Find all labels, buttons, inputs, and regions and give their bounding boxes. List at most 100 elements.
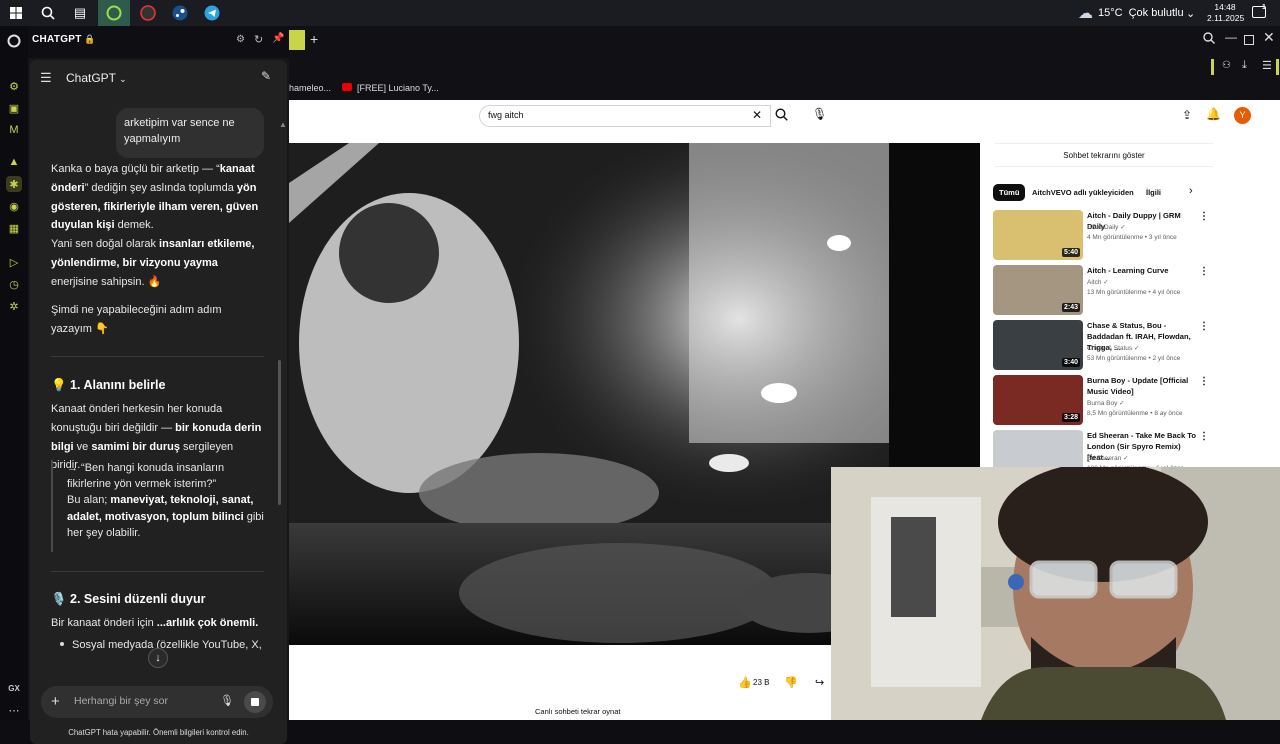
share-icon[interactable]: ↪ — [815, 676, 824, 689]
more-options-icon[interactable]: ⋮ — [1199, 431, 1209, 442]
telegram-icon[interactable] — [200, 2, 224, 24]
dislike-icon[interactable]: 👎 — [784, 676, 798, 689]
prompt-input[interactable]: Herhangi bir şey sor — [74, 695, 168, 707]
stop-icon — [251, 698, 259, 706]
scroll-down-button[interactable]: ↓ — [148, 648, 168, 668]
player-icon[interactable]: ▷ — [6, 254, 22, 270]
minimize-icon[interactable]: — — [1225, 30, 1237, 44]
search-icon[interactable] — [36, 2, 60, 24]
text: demek. — [114, 219, 154, 232]
steam-icon[interactable] — [168, 2, 192, 24]
opera-gx-taskbar-icon[interactable] — [98, 0, 130, 26]
like-count: 23 B — [753, 678, 770, 687]
video-thumbnail[interactable]: 2:43 — [993, 265, 1083, 315]
channel-name[interactable]: Burna Boy ✓ — [1087, 399, 1125, 407]
channel-name[interactable]: Aitch ✓ — [1087, 278, 1109, 286]
maximize-icon[interactable] — [1244, 35, 1254, 45]
stop-button[interactable] — [244, 691, 266, 713]
bookmark-item[interactable]: [FREE] Luciano Ty... — [357, 83, 439, 93]
sidebar-icon-1[interactable]: ⚙ — [6, 78, 22, 94]
new-chat-icon[interactable]: ✎ — [261, 69, 271, 83]
clock-time: 14:48 — [1214, 2, 1236, 12]
scroll-up-icon[interactable]: ▲ — [279, 120, 287, 130]
reload-icon[interactable]: ↻ — [254, 33, 263, 46]
section-divider — [51, 571, 264, 572]
chip-related[interactable]: İlgili — [1146, 188, 1161, 197]
text: Bir kanaat önderi için — [51, 617, 157, 629]
gx-icon[interactable]: GX — [6, 680, 22, 696]
video-duration: 5:40 — [1061, 248, 1080, 257]
channel-name[interactable]: GRM Daily ✓ — [1087, 223, 1126, 231]
video-thumbnail[interactable]: 3:28 — [993, 375, 1083, 425]
video-title[interactable]: Burna Boy - Update [Official Music Video… — [1087, 375, 1199, 397]
plus-icon[interactable]: + — [51, 693, 60, 710]
more-options-icon[interactable]: ⋮ — [1199, 321, 1209, 332]
clock[interactable]: 14:48 2.11.2025 — [1207, 2, 1244, 24]
scrollbar[interactable] — [278, 360, 281, 505]
browser-sidebar: ⚙ ▣ M ▲ ✱ ◉ ▦ ▷ ◷ ✲ GX ⋯ — [0, 26, 28, 720]
show-chat-replay-button[interactable]: Sohbet tekrarını göster — [995, 143, 1213, 167]
opera-logo-icon[interactable] — [6, 33, 22, 49]
clear-search-icon[interactable]: ✕ — [752, 108, 762, 122]
sidebar-icon-4[interactable]: ▲ — [6, 154, 22, 170]
chevron-up-icon[interactable]: ⌄ — [1186, 0, 1195, 26]
channel-name[interactable]: Chase & Status ✓ — [1087, 344, 1139, 352]
weather-text: Çok bulutlu — [1128, 7, 1184, 19]
avatar[interactable]: Y — [1234, 107, 1251, 124]
search-tabs-icon[interactable] — [1203, 32, 1215, 47]
upload-icon[interactable]: ⇪ — [1182, 108, 1192, 122]
more-icon[interactable]: ⋯ — [6, 702, 22, 718]
model-selector[interactable]: ChatGPT ⌄ — [66, 71, 127, 85]
easy-setup-icon[interactable]: ☰ — [1262, 59, 1272, 72]
text: enerjisine sahipsin. 🔥 — [51, 275, 162, 288]
bullet-dot — [60, 642, 64, 646]
like-icon[interactable]: 👍 — [738, 676, 752, 689]
chevron-right-icon[interactable]: › — [1189, 185, 1193, 197]
task-view-icon[interactable]: ▤ — [68, 2, 92, 24]
more-options-icon[interactable]: ⋮ — [1199, 376, 1209, 387]
windows-start-icon[interactable] — [4, 2, 28, 24]
chatgpt-sidebar-icon[interactable]: ✱ — [6, 176, 22, 192]
assistant-paragraph-1: Kanka o baya güçlü bir arketip — “kanaat… — [51, 160, 263, 292]
sidebar-icon-3[interactable]: M — [6, 122, 22, 138]
menu-icon[interactable]: ☰ — [40, 70, 52, 86]
sidebar-icon-2[interactable]: ▣ — [6, 100, 22, 116]
chip-uploader[interactable]: AitchVEVO adlı yükleyiciden — [1032, 188, 1134, 197]
history-icon[interactable]: ◷ — [6, 276, 22, 292]
lock-icon[interactable]: 🔒 — [84, 34, 95, 45]
microphone-icon[interactable]: 🎙 — [220, 694, 234, 707]
text: Yani sen doğal olarak — [51, 238, 160, 251]
vpn-icon[interactable]: ⚇ — [1222, 60, 1231, 71]
twitch-icon[interactable]: ▦ — [6, 220, 22, 236]
more-options-icon[interactable]: ⋮ — [1199, 266, 1209, 277]
settings-icon[interactable]: ✲ — [6, 298, 22, 314]
disclaimer: ChatGPT hata yapabilir. Önemli bilgileri… — [68, 728, 249, 737]
active-tab-edge[interactable] — [289, 30, 305, 50]
search-box[interactable]: fwg aitch ✕ — [479, 105, 771, 127]
video-thumbnail[interactable]: 3:40 — [993, 320, 1083, 370]
composer[interactable]: + Herhangi bir şey sor 🎙 — [41, 686, 273, 718]
bookmark-item[interactable]: hameleo... — [289, 83, 331, 93]
video-meta: 13 Mn görüntülenme • 4 yıl önce — [1087, 289, 1181, 296]
settings-icon[interactable]: ⚙ — [236, 34, 245, 45]
weather-widget[interactable]: ☁ 15°C Çok bulutlu — [1078, 0, 1184, 26]
text: → “Ben hangi konuda insanların fikirleri… — [67, 462, 225, 491]
text: Kanka o baya güçlü bir arketip — “ — [51, 163, 220, 175]
pin-icon[interactable]: 📌 — [272, 33, 284, 44]
messenger-icon[interactable]: ◉ — [6, 198, 22, 214]
search-button-icon[interactable] — [775, 108, 788, 126]
new-tab-button[interactable]: + — [310, 31, 318, 47]
app-icon-red-gear[interactable] — [136, 2, 160, 24]
more-options-icon[interactable]: ⋮ — [1199, 211, 1209, 222]
video-thumbnail[interactable]: 5:40 — [993, 210, 1083, 260]
download-icon[interactable]: ⤓ — [1242, 59, 1247, 72]
chip-all[interactable]: Tümü — [993, 184, 1026, 201]
close-icon[interactable]: ✕ — [1263, 29, 1275, 46]
live-chat-replay-button[interactable]: Canlı sohbeti tekrar oynat — [535, 707, 620, 716]
video-title[interactable]: Aitch - Learning Curve — [1087, 265, 1199, 276]
search-input[interactable]: fwg aitch — [488, 110, 524, 120]
bell-icon[interactable]: 🔔 — [1206, 107, 1221, 121]
chat-content: ☰ ChatGPT ⌄ ✎ arketipim var sence ne yap… — [30, 60, 287, 744]
microphone-icon[interactable]: 🎙 — [812, 107, 827, 121]
channel-name[interactable]: Ed Sheeran ✓ — [1087, 454, 1129, 462]
